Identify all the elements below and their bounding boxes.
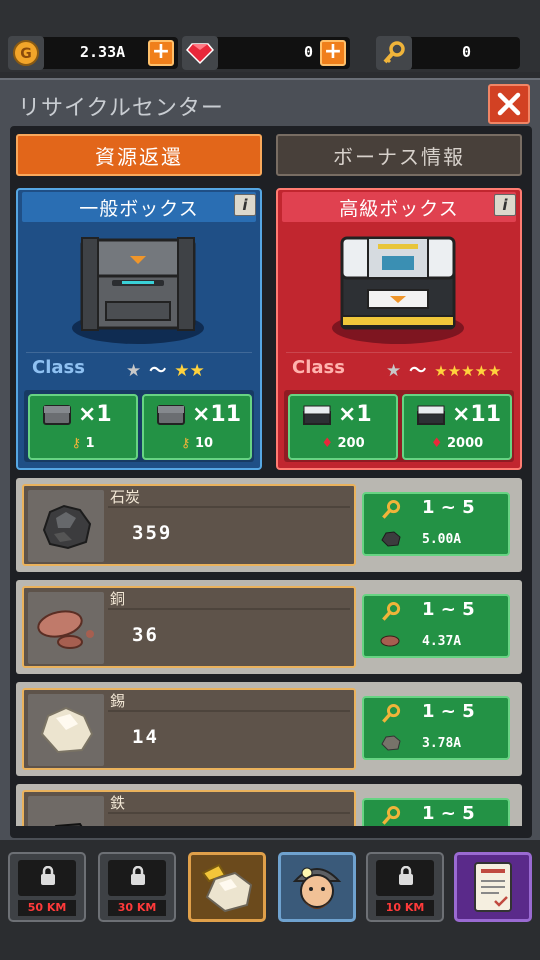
close-icon — [497, 92, 521, 116]
info-icon[interactable]: i — [234, 194, 256, 216]
key-value: 0 — [462, 43, 472, 61]
class-label: Class — [292, 357, 345, 378]
resource-card[interactable]: 鉄 — [22, 790, 356, 826]
ore-icon — [201, 863, 253, 913]
gold-coin-icon: G — [8, 36, 44, 70]
copper-ore-icon — [380, 635, 400, 647]
lock-icon — [131, 866, 145, 885]
buy-premium-x11-button[interactable]: ×11 ♦ 2000 — [402, 394, 512, 460]
key-display: 0 — [376, 36, 520, 70]
distance-label: 10 KM — [376, 900, 434, 916]
normal-box-card: 一般ボックス i Class ★ 〜 ★★ ×1 ⚷ 1 ×11 ⚷ 10 — [16, 188, 262, 470]
nav-locked-30km[interactable]: 30 KM — [98, 852, 176, 922]
coal-icon — [381, 531, 401, 547]
tab-bonus-info[interactable]: ボーナス情報 — [276, 134, 522, 176]
red-gem-icon: ♦ — [321, 436, 333, 451]
red-gem-icon — [182, 36, 218, 70]
copper-ore-icon — [28, 592, 104, 664]
panel-title: リサイクルセンター — [18, 96, 224, 121]
mini-chest-icon — [43, 405, 71, 425]
lock-icon — [399, 866, 413, 885]
key-icon — [382, 602, 401, 621]
miner-icon — [292, 867, 342, 909]
mini-chest-icon — [157, 405, 185, 425]
list-item: 石炭 359 1 ~ 5 5.00A — [16, 478, 522, 572]
list-item: 銅 36 1 ~ 5 4.37A — [16, 580, 522, 674]
distance-label: 50 KM — [18, 900, 76, 916]
tin-ore-icon — [381, 735, 401, 751]
resource-list[interactable]: 石炭 359 1 ~ 5 5.00A 銅 36 1 ~ 5 4.37A 錫 14… — [10, 478, 532, 826]
red-gem-icon: ♦ — [430, 436, 443, 451]
buy-premium-x1-button[interactable]: ×1 ♦ 200 — [288, 394, 398, 460]
key-icon: ⚷ — [180, 436, 191, 451]
normal-chest-icon — [72, 237, 204, 344]
nav-locked-50km[interactable]: 50 KM — [8, 852, 86, 922]
tab-resource-return[interactable]: 資源返還 — [16, 134, 262, 176]
key-icon — [382, 500, 401, 519]
max-stars: ★★★★★ — [434, 362, 502, 380]
buy-normal-x1-button[interactable]: ×1 ⚷ 1 — [28, 394, 138, 460]
iron-ore-icon — [28, 796, 104, 826]
gold-display: G 2.33A + — [8, 36, 178, 70]
recycle-tin-button[interactable]: 1 ~ 5 3.78A — [362, 696, 510, 760]
tilde: 〜 — [149, 361, 167, 381]
coal-icon — [28, 490, 104, 562]
info-icon[interactable]: i — [494, 194, 516, 216]
recycle-coal-button[interactable]: 1 ~ 5 5.00A — [362, 492, 510, 556]
nav-miner[interactable] — [278, 852, 356, 922]
list-item: 錫 14 1 ~ 5 3.78A — [16, 682, 522, 776]
gem-display: 0 + — [182, 36, 350, 70]
svg-text:G: G — [20, 46, 32, 62]
premium-box-card: 高級ボックス i Class ★ 〜 ★★★★★ ×1 ♦ 200 ×11 ♦ … — [276, 188, 522, 470]
max-stars: ★★ — [174, 361, 205, 381]
key-icon — [382, 704, 401, 723]
nav-quest-document[interactable] — [454, 852, 532, 922]
panel-content: 資源返還 ボーナス情報 一般ボックス i Class ★ 〜 ★★ ×1 ⚷ 1… — [10, 126, 532, 838]
premium-chest-icon — [332, 236, 464, 344]
lock-icon — [41, 866, 55, 885]
recycle-iron-button[interactable]: 1 ~ 5 — [362, 798, 510, 826]
class-label: Class — [32, 357, 85, 378]
key-icon — [376, 36, 412, 70]
recycle-copper-button[interactable]: 1 ~ 5 4.37A — [362, 594, 510, 658]
document-icon — [474, 862, 512, 912]
mini-chest-icon — [303, 405, 331, 425]
min-star-icon: ★ — [126, 361, 142, 381]
class-range: Class ★ 〜 ★★ — [26, 352, 252, 382]
recycle-center-panel: リサイクルセンター 資源返還 ボーナス情報 一般ボックス i Class ★ 〜… — [0, 78, 540, 840]
close-button[interactable] — [488, 84, 530, 124]
buy-normal-x11-button[interactable]: ×11 ⚷ 10 — [142, 394, 252, 460]
gem-value: 0 — [304, 43, 314, 61]
tilde: 〜 — [409, 361, 427, 381]
resource-card[interactable]: 錫 14 — [22, 688, 356, 770]
key-icon: ⚷ — [71, 436, 81, 451]
distance-label: 30 KM — [108, 900, 166, 916]
add-gold-button[interactable]: + — [148, 40, 174, 66]
resource-card[interactable]: 石炭 359 — [22, 484, 356, 566]
add-gem-button[interactable]: + — [320, 40, 346, 66]
currency-bar: G 2.33A + 0 + 0 — [0, 0, 540, 72]
resource-card[interactable]: 銅 36 — [22, 586, 356, 668]
nav-locked-10km[interactable]: 10 KM — [366, 852, 444, 922]
gold-value: 2.33A — [80, 43, 126, 61]
key-icon — [382, 806, 401, 825]
normal-box-title: 一般ボックス — [22, 192, 256, 222]
bottom-nav: 50 KM 30 KM 10 KM — [0, 844, 540, 960]
premium-box-title: 高級ボックス — [282, 192, 516, 222]
mini-chest-icon — [417, 405, 445, 425]
nav-ore[interactable] — [188, 852, 266, 922]
class-range: Class ★ 〜 ★★★★★ — [286, 352, 512, 382]
min-star-icon: ★ — [386, 361, 402, 381]
list-item: 鉄 1 ~ 5 — [16, 784, 522, 826]
tin-ore-icon — [28, 694, 104, 766]
